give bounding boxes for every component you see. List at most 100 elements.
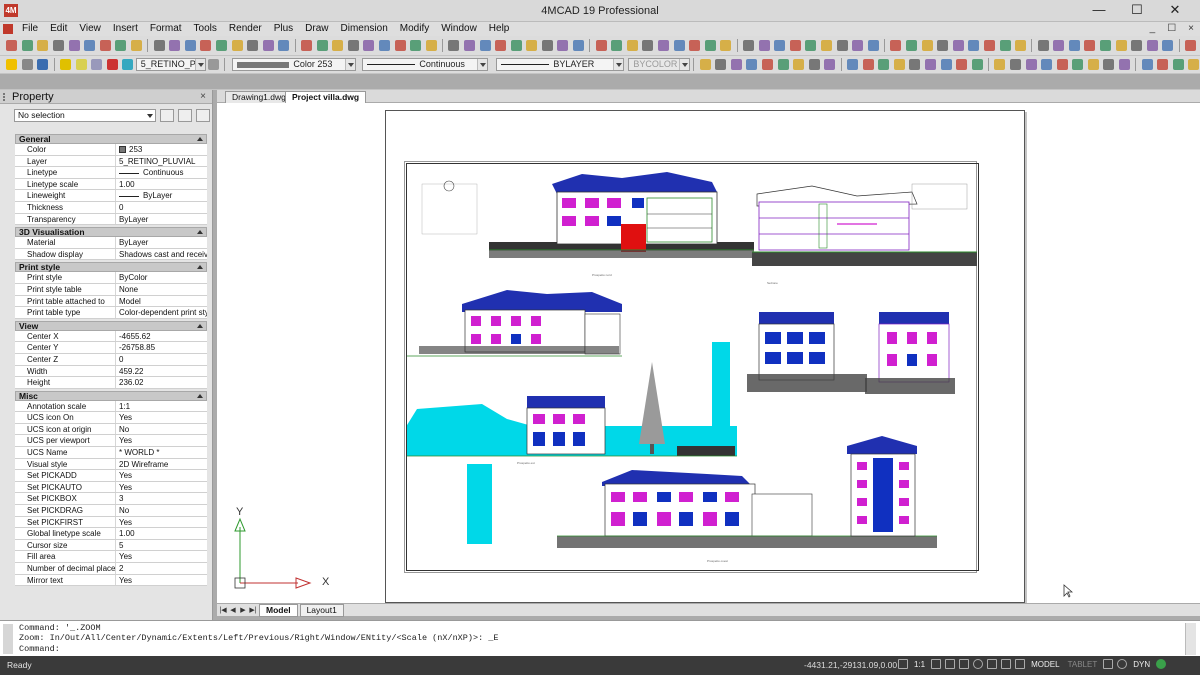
workspace-icon[interactable] (1103, 659, 1114, 669)
menu-window[interactable]: Window (435, 22, 483, 36)
toolbar-tool-icon[interactable] (1041, 59, 1053, 70)
toolbar-tool-icon[interactable] (715, 59, 727, 70)
toolbar-tool-icon[interactable] (300, 40, 312, 51)
toolbar-tool-icon[interactable] (216, 40, 228, 51)
menu-dimension[interactable]: Dimension (335, 22, 394, 36)
property-row[interactable]: Linetype Continuous (15, 167, 207, 179)
property-row[interactable]: Annotation scale 1:1 (15, 400, 207, 413)
toolbar-tool-icon[interactable] (890, 40, 902, 51)
toolbar-tool-icon[interactable] (846, 59, 858, 70)
toolbar-tool-icon[interactable] (704, 40, 716, 51)
toolbar-tool-icon[interactable] (1015, 40, 1027, 51)
toolbar-tool-icon[interactable] (720, 40, 732, 51)
tablet-toggle[interactable]: TABLET (1066, 660, 1100, 669)
dyn-toggle[interactable]: DYN (1131, 660, 1152, 669)
property-value[interactable]: Yes (116, 575, 207, 586)
scale-indicator[interactable]: 1:1 (912, 660, 927, 669)
toolbar-tool-icon[interactable] (99, 40, 111, 51)
toolbar-tool-icon[interactable] (940, 59, 952, 70)
osnap-icon[interactable] (987, 659, 998, 669)
polar-icon[interactable] (973, 659, 984, 669)
property-value[interactable]: 0 (116, 202, 207, 213)
property-row[interactable]: Print style ByColor (15, 272, 207, 284)
toolbar-tool-icon[interactable] (852, 40, 864, 51)
toolbar-tool-icon[interactable] (200, 40, 212, 51)
tab-model[interactable]: Model (259, 603, 298, 617)
layer-state-icon[interactable] (21, 59, 33, 70)
toolbar-tool-icon[interactable] (1119, 59, 1131, 70)
section-header-3d-visualisation[interactable]: 3D Visualisation (15, 227, 207, 238)
toolbar-tool-icon[interactable] (793, 59, 805, 70)
toolbar-tool-icon[interactable] (699, 59, 711, 70)
settings-icon[interactable] (1117, 659, 1128, 669)
property-row[interactable]: Cursor size 5 (15, 539, 207, 552)
property-row[interactable]: Center Z0 (15, 353, 207, 366)
toolbar-tool-icon[interactable] (862, 59, 874, 70)
toolbar-tool-icon[interactable] (774, 40, 786, 51)
toolbar-tool-icon[interactable] (808, 59, 820, 70)
toolbar-tool-icon[interactable] (937, 40, 949, 51)
chevron-down-icon[interactable] (477, 59, 488, 70)
property-value[interactable]: Yes (116, 482, 207, 493)
property-value[interactable]: ByLayer (116, 190, 207, 201)
toolbar-tool-icon[interactable] (626, 40, 638, 51)
property-row[interactable]: Lineweight ByLayer (15, 190, 207, 202)
toolbar-tool-icon[interactable] (611, 40, 623, 51)
collapse-arrow-icon[interactable] (197, 323, 203, 328)
linetype-dropdown[interactable]: Continuous (362, 58, 489, 71)
toolbar-tool-icon[interactable] (824, 59, 836, 70)
property-value[interactable]: Yes (116, 412, 207, 423)
toolbar-tool-icon[interactable] (1068, 40, 1080, 51)
toolbar-tool-icon[interactable] (1103, 59, 1115, 70)
property-row[interactable]: Print style table None (15, 283, 207, 296)
toolbar-tool-icon[interactable] (131, 40, 143, 51)
chevron-down-icon[interactable] (194, 59, 205, 70)
collapse-arrow-icon[interactable] (197, 265, 203, 270)
sun-icon[interactable] (75, 59, 87, 70)
menu-format[interactable]: Format (144, 22, 188, 36)
toolbar-tool-icon[interactable] (247, 40, 259, 51)
toolbar-tool-icon[interactable] (1087, 59, 1099, 70)
toolbar-tool-icon[interactable] (1141, 59, 1153, 70)
ortho-icon[interactable] (959, 659, 970, 669)
toolbar-tool-icon[interactable] (526, 40, 538, 51)
toolbar-tool-icon[interactable] (378, 40, 390, 51)
toolbar-tool-icon[interactable] (6, 40, 18, 51)
toolbar-tool-icon[interactable] (184, 40, 196, 51)
command-prompt[interactable]: Command: (19, 644, 60, 654)
property-value[interactable]: ByColor (116, 272, 207, 283)
toolbar-tool-icon[interactable] (1084, 40, 1096, 51)
toolbar-tool-icon[interactable] (84, 40, 96, 51)
model-toggle[interactable]: MODEL (1029, 660, 1061, 669)
property-value[interactable]: -4655.62 (116, 331, 207, 342)
toolbar-tool-icon[interactable] (1162, 40, 1174, 51)
toolbar-tool-icon[interactable] (820, 40, 832, 51)
toolbar-tool-icon[interactable] (595, 40, 607, 51)
minimize-button[interactable]: — (1080, 1, 1118, 19)
menu-help[interactable]: Help (483, 22, 516, 36)
toolbar-tool-icon[interactable] (689, 40, 701, 51)
snap-icon[interactable] (931, 659, 942, 669)
property-row[interactable]: Height 236.02 (15, 377, 207, 389)
section-header-misc[interactable]: Misc (15, 390, 207, 401)
property-row[interactable]: Mirror text Yes (15, 574, 207, 587)
property-value[interactable]: 253 (116, 144, 207, 155)
property-value[interactable]: None (116, 284, 207, 295)
toolbar-tool-icon[interactable] (347, 40, 359, 51)
toolbar-tool-icon[interactable] (1072, 59, 1084, 70)
toolbar-tool-icon[interactable] (1100, 40, 1112, 51)
toolbar-tool-icon[interactable] (68, 40, 80, 51)
property-value[interactable]: 2 (116, 563, 207, 574)
property-value[interactable]: No (116, 424, 207, 435)
collapse-arrow-icon[interactable] (197, 230, 203, 235)
collapse-arrow-icon[interactable] (197, 137, 203, 141)
toolbar-tool-icon[interactable] (510, 40, 522, 51)
toolbar-tool-icon[interactable] (278, 40, 290, 51)
toolbar-tool-icon[interactable] (921, 40, 933, 51)
toolbar-tool-icon[interactable] (231, 40, 243, 51)
doc-minimize-button[interactable]: _ (1150, 23, 1156, 34)
toolbar-tool-icon[interactable] (905, 40, 917, 51)
toolbar-tool-icon[interactable] (956, 59, 968, 70)
toolbar-tool-icon[interactable] (1037, 40, 1049, 51)
property-row[interactable]: Linetype scale 1.00 (15, 178, 207, 191)
